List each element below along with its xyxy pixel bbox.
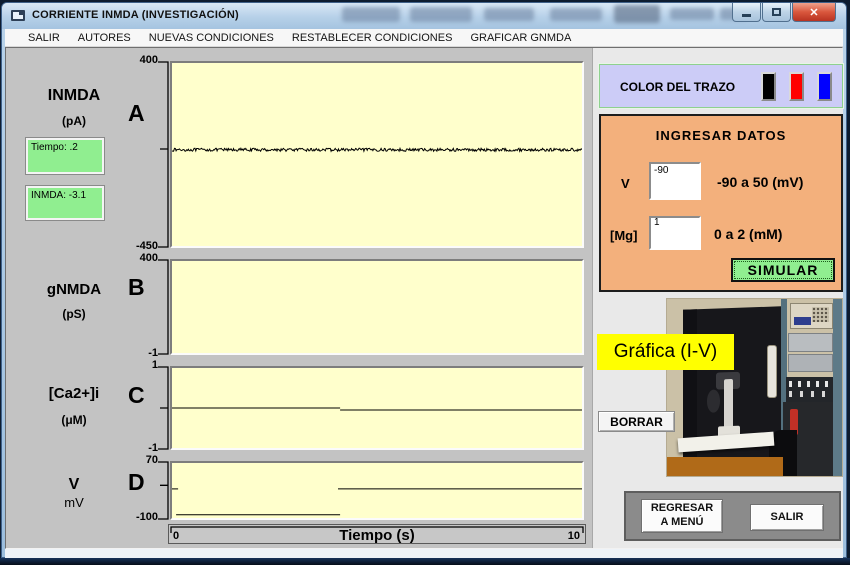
regresar-line2: A MENÚ <box>661 516 704 530</box>
close-button[interactable]: ✕ <box>792 3 836 22</box>
app-window: CORRIENTE INMDA (INVESTIGACIÓN) ✕ SALIR … <box>1 2 847 558</box>
panel-c-name: [Ca2+]i <box>20 385 128 402</box>
x-axis-bar: 0 Tiempo (s) 10 <box>168 524 586 544</box>
plot-d-axis-bracket <box>146 461 170 520</box>
v-range-text: -90 a 50 (mV) <box>717 174 803 190</box>
inmda-readout: INMDA: -3.1 <box>26 186 104 220</box>
background-window-blur <box>410 7 472 22</box>
background-window-blur <box>484 8 534 21</box>
panel-b-name: gNMDA <box>20 281 128 298</box>
mg-label: [Mg] <box>610 228 637 243</box>
window-title: CORRIENTE INMDA (INVESTIGACIÓN) <box>32 9 239 21</box>
instrument-keypad-unit <box>790 303 834 330</box>
plot-a-axis-bracket <box>146 61 170 248</box>
v-input[interactable] <box>649 162 701 200</box>
menu-salir[interactable]: SALIR <box>19 32 69 44</box>
restore-icon <box>772 8 781 16</box>
app-icon <box>11 10 25 21</box>
tiempo-readout: Tiempo: .2 <box>26 138 104 174</box>
menu-bar: SALIR AUTORES NUEVAS CONDICIONES RESTABL… <box>5 29 843 47</box>
panel-a-unit: (pA) <box>20 114 128 128</box>
borrar-button[interactable]: BORRAR <box>598 411 675 432</box>
menu-autores[interactable]: AUTORES <box>69 32 140 44</box>
microscope-column <box>724 378 733 432</box>
trace-color-red[interactable] <box>789 72 804 101</box>
simular-button[interactable]: SIMULAR <box>731 258 835 282</box>
desktop-edge <box>0 558 850 565</box>
instrument-panel <box>788 354 834 372</box>
panel-a-name: INMDA <box>20 87 128 105</box>
input-data-title: INGRESAR DATOS <box>601 128 841 143</box>
color-trace-title: COLOR DEL TRAZO <box>620 80 735 94</box>
menu-nuevas-condiciones[interactable]: NUEVAS CONDICIONES <box>140 32 283 44</box>
minimize-icon <box>742 14 751 17</box>
minimize-button[interactable] <box>732 3 761 22</box>
plot-c-axis-bracket <box>146 366 170 450</box>
salir-label: SALIR <box>771 511 804 525</box>
plot-b <box>170 259 584 355</box>
window-bottom-strip <box>5 549 843 558</box>
v-label: V <box>621 176 630 191</box>
background-window-blur <box>614 5 660 23</box>
plot-a <box>170 61 584 248</box>
menu-graficar-gnmda[interactable]: GRAFICAR GNMDA <box>461 32 580 44</box>
regresar-menu-button[interactable]: REGRESAR A MENÚ <box>641 499 723 533</box>
client-area: INMDA (pA) A Tiempo: .2 INMDA: -3.1 400 … <box>5 47 843 549</box>
equipment-photo <box>666 298 843 477</box>
instrument-dark-panel <box>786 377 833 402</box>
input-data-panel: INGRESAR DATOS V -90 a 50 (mV) [Mg] 0 a … <box>599 114 843 292</box>
glass-tube <box>767 345 778 398</box>
color-trace-panel: COLOR DEL TRAZO <box>599 64 843 108</box>
panel-d-name: V <box>20 476 128 494</box>
salir-button[interactable]: SALIR <box>750 504 824 531</box>
trace-color-black[interactable] <box>761 72 776 101</box>
plot-c <box>170 366 584 450</box>
trace-color-blue[interactable] <box>817 72 832 101</box>
navigation-panel: REGRESAR A MENÚ SALIR <box>624 491 841 541</box>
mg-range-text: 0 a 2 (mM) <box>714 226 782 242</box>
x-axis-title: Tiempo (s) <box>169 527 585 544</box>
x-axis-max: 10 <box>568 530 580 542</box>
panel-d-unit: mV <box>20 495 128 510</box>
restore-button[interactable] <box>762 3 791 22</box>
panel-b-unit: (pS) <box>20 307 128 321</box>
close-icon: ✕ <box>809 6 818 19</box>
iv-graph-label: Gráfica (I-V) <box>597 334 734 370</box>
background-window-blur <box>550 8 602 21</box>
plot-b-axis-bracket <box>146 259 170 355</box>
title-bar[interactable]: CORRIENTE INMDA (INVESTIGACIÓN) ✕ <box>2 3 846 29</box>
plot-d <box>170 461 584 520</box>
regresar-line1: REGRESAR <box>651 502 713 516</box>
micromanipulator <box>706 389 720 413</box>
background-window-blur <box>670 8 714 20</box>
background-window-blur <box>342 7 400 22</box>
bench-edge <box>667 457 783 476</box>
instrument-panel <box>788 333 834 352</box>
menu-restablecer-condiciones[interactable]: RESTABLECER CONDICIONES <box>283 32 462 44</box>
mg-input[interactable] <box>649 216 701 250</box>
rack-frame <box>833 299 842 476</box>
panel-c-unit: (μM) <box>20 413 128 427</box>
